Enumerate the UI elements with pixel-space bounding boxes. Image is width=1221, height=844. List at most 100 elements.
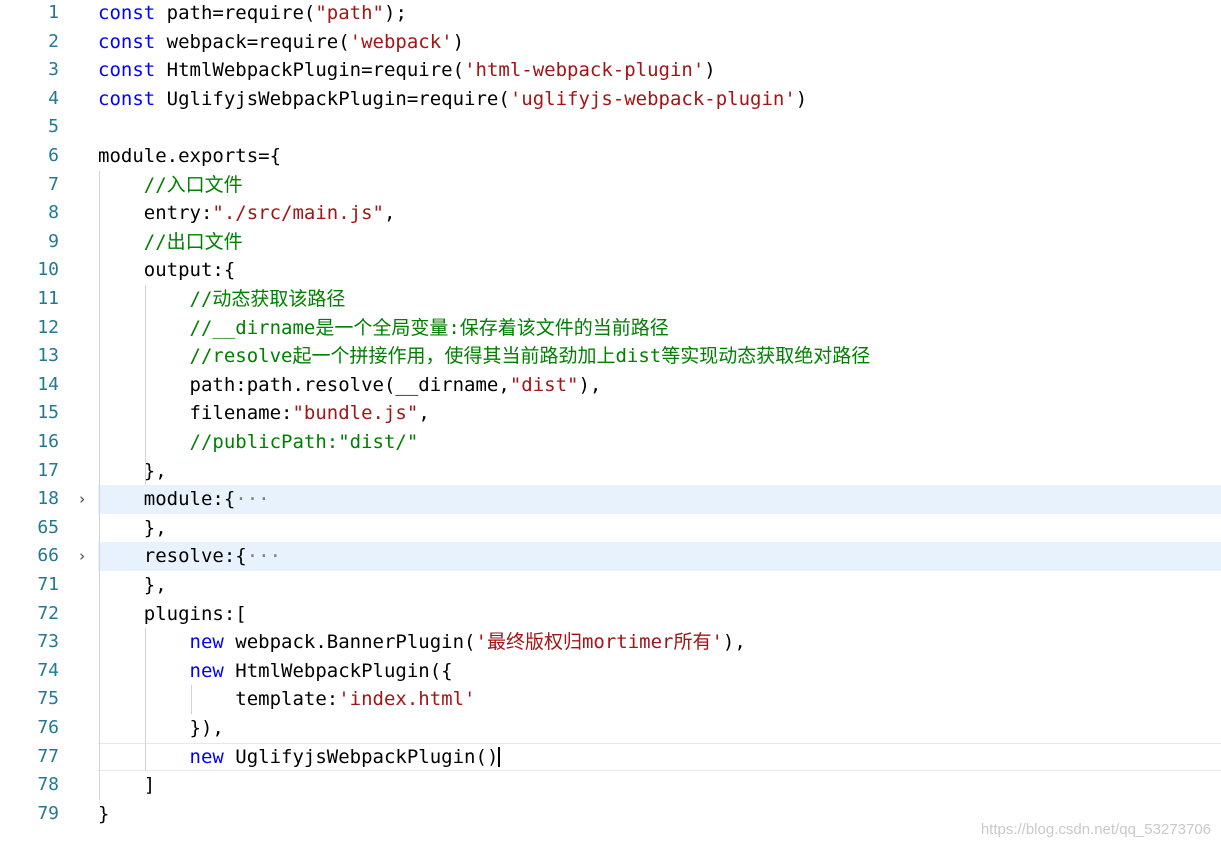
code-token: ), — [578, 373, 602, 396]
code-text[interactable]: module:{··· — [98, 485, 270, 514]
code-editor[interactable]: 1 const path=require("path"); 2 const webpa… — [0, 0, 1221, 844]
code-text[interactable]: const webpack=require('webpack') — [98, 28, 464, 57]
code-line[interactable]: 15 filename:"bundle.js", — [0, 399, 1221, 428]
line-number: 76 — [37, 717, 59, 738]
code-text[interactable]: }, — [98, 514, 167, 543]
code-text[interactable]: }), — [98, 714, 224, 743]
code-token: path=require( — [155, 2, 316, 24]
code-line[interactable]: 13 //resolve起一个拼接作用，使得其当前路劲加上dist等实现动态获取… — [0, 342, 1221, 371]
code-text[interactable]: template:'index.html' — [98, 685, 475, 714]
code-line[interactable]: 8 entry:"./src/main.js", — [0, 199, 1221, 228]
code-text[interactable]: const HtmlWebpackPlugin=require('html-we… — [98, 56, 716, 85]
code-token: module:{ — [98, 488, 236, 511]
code-text[interactable]: path:path.resolve(__dirname,"dist"), — [98, 371, 602, 400]
line-number: 74 — [37, 659, 59, 681]
line-number: 18 — [37, 488, 59, 510]
code-line[interactable]: 14 path:path.resolve(__dirname,"dist"), — [0, 371, 1221, 400]
code-token: webpack.BannerPlugin( — [223, 631, 476, 654]
line-number: 71 — [37, 574, 59, 595]
code-line[interactable]: 7 //入口文件 — [0, 171, 1221, 200]
code-line[interactable]: 2 const webpack=require('webpack') — [0, 28, 1221, 57]
code-line[interactable]: 17 }, — [0, 457, 1221, 486]
code-text[interactable]: //动态获取该路径 — [98, 285, 346, 314]
string-token: "dist" — [509, 373, 579, 396]
code-line[interactable]: 6 module.exports={ — [0, 142, 1221, 171]
code-text[interactable]: //resolve起一个拼接作用，使得其当前路劲加上dist等实现动态获取绝对路… — [98, 342, 871, 371]
code-line[interactable]: 5 — [0, 113, 1221, 142]
code-text[interactable]: filename:"bundle.js", — [98, 399, 430, 428]
code-text[interactable]: entry:"./src/main.js", — [98, 199, 396, 228]
code-line[interactable]: 18 › module:{··· — [0, 485, 1221, 514]
code-line[interactable]: 66 › resolve:{··· — [0, 542, 1221, 571]
code-line[interactable]: 72 plugins:[ — [0, 600, 1221, 629]
code-token: }, — [98, 459, 167, 482]
code-token: }, — [98, 516, 167, 539]
line-number: 65 — [37, 516, 59, 538]
code-line[interactable]: 78 ] — [0, 771, 1221, 800]
code-token: ) — [704, 59, 716, 82]
code-text[interactable]: output:{ — [98, 256, 236, 285]
code-text[interactable]: module.exports={ — [98, 142, 281, 171]
indent-guide — [99, 170, 100, 800]
code-token: ) — [795, 87, 808, 110]
comment-token: //__dirname是一个全局变量:保存着该文件的当前路径 — [189, 316, 669, 339]
code-line[interactable]: 9 //出口文件 — [0, 228, 1221, 257]
code-line[interactable]: 11 //动态获取该路径 — [0, 285, 1221, 314]
line-number: 73 — [37, 631, 59, 653]
code-line[interactable]: 76 }), — [0, 714, 1221, 743]
line-number: 3 — [48, 59, 59, 81]
code-text[interactable]: //publicPath:"dist/" — [98, 428, 419, 457]
code-text[interactable]: const path=require("path"); — [98, 0, 407, 28]
code-token: } — [98, 802, 110, 825]
string-token: 'uglifyjs-webpack-plugin' — [509, 87, 796, 110]
code-text[interactable]: new webpack.BannerPlugin('最终版权归mortimer所… — [98, 628, 746, 657]
code-line[interactable]: 73 new webpack.BannerPlugin('最终版权归mortim… — [0, 628, 1221, 657]
code-text[interactable]: } — [98, 800, 109, 829]
code-token: template: — [98, 688, 339, 711]
fold-chevron-icon[interactable]: › — [74, 485, 90, 514]
fold-ellipsis[interactable]: ··· — [235, 488, 269, 510]
code-line[interactable]: 4 const UglifyjsWebpackPlugin=require('ug… — [0, 85, 1221, 114]
code-token: path:path.resolve(__dirname, — [98, 373, 510, 396]
line-number: 9 — [48, 230, 59, 252]
code-text[interactable]: new HtmlWebpackPlugin({ — [98, 657, 453, 686]
code-line[interactable]: 74 new HtmlWebpackPlugin({ — [0, 657, 1221, 686]
code-text[interactable]: ] — [98, 771, 155, 800]
string-token: "bundle.js" — [292, 402, 419, 425]
line-number: 13 — [37, 345, 59, 367]
fold-chevron-icon[interactable]: › — [74, 542, 90, 571]
code-text[interactable]: plugins:[ — [98, 600, 247, 629]
code-token: ), — [722, 631, 746, 654]
code-line[interactable]: 16 //publicPath:"dist/" — [0, 428, 1221, 457]
code-line[interactable]: 10 output:{ — [0, 256, 1221, 285]
line-number: 7 — [48, 173, 59, 195]
line-number: 79 — [37, 802, 59, 824]
code-text[interactable]: //出口文件 — [98, 228, 243, 257]
code-text[interactable]: }, — [98, 571, 167, 600]
code-text[interactable]: //__dirname是一个全局变量:保存着该文件的当前路径 — [98, 314, 669, 343]
code-line[interactable]: 12 //__dirname是一个全局变量:保存着该文件的当前路径 — [0, 314, 1221, 343]
code-token: UglifyjsWebpackPlugin() — [223, 745, 499, 768]
fold-ellipsis[interactable]: ··· — [247, 545, 281, 567]
comment-token: //动态获取该路径 — [189, 288, 346, 310]
code-text[interactable]: resolve:{··· — [98, 542, 281, 571]
code-line[interactable]: 3 const HtmlWebpackPlugin=require('html-w… — [0, 56, 1221, 85]
comment-token: //publicPath:"dist/" — [189, 431, 419, 453]
line-number: 66 — [37, 545, 59, 567]
code-text[interactable]: }, — [98, 457, 167, 486]
code-line[interactable]: 71 }, — [0, 571, 1221, 600]
code-line[interactable]: 75 template:'index.html' — [0, 685, 1221, 714]
code-text[interactable]: const UglifyjsWebpackPlugin=require('ugl… — [98, 85, 807, 114]
indent-guide — [145, 285, 146, 486]
code-line[interactable]: 65 }, — [0, 514, 1221, 543]
line-number: 5 — [48, 116, 59, 138]
code-text[interactable]: //入口文件 — [98, 171, 243, 200]
line-number: 15 — [37, 402, 59, 424]
code-text[interactable]: new UglifyjsWebpackPlugin() — [98, 743, 499, 772]
keyword-token: const — [98, 59, 156, 82]
code-line[interactable]: 1 const path=require("path"); — [0, 0, 1221, 28]
code-line[interactable]: 77 new UglifyjsWebpackPlugin() — [0, 742, 1221, 772]
